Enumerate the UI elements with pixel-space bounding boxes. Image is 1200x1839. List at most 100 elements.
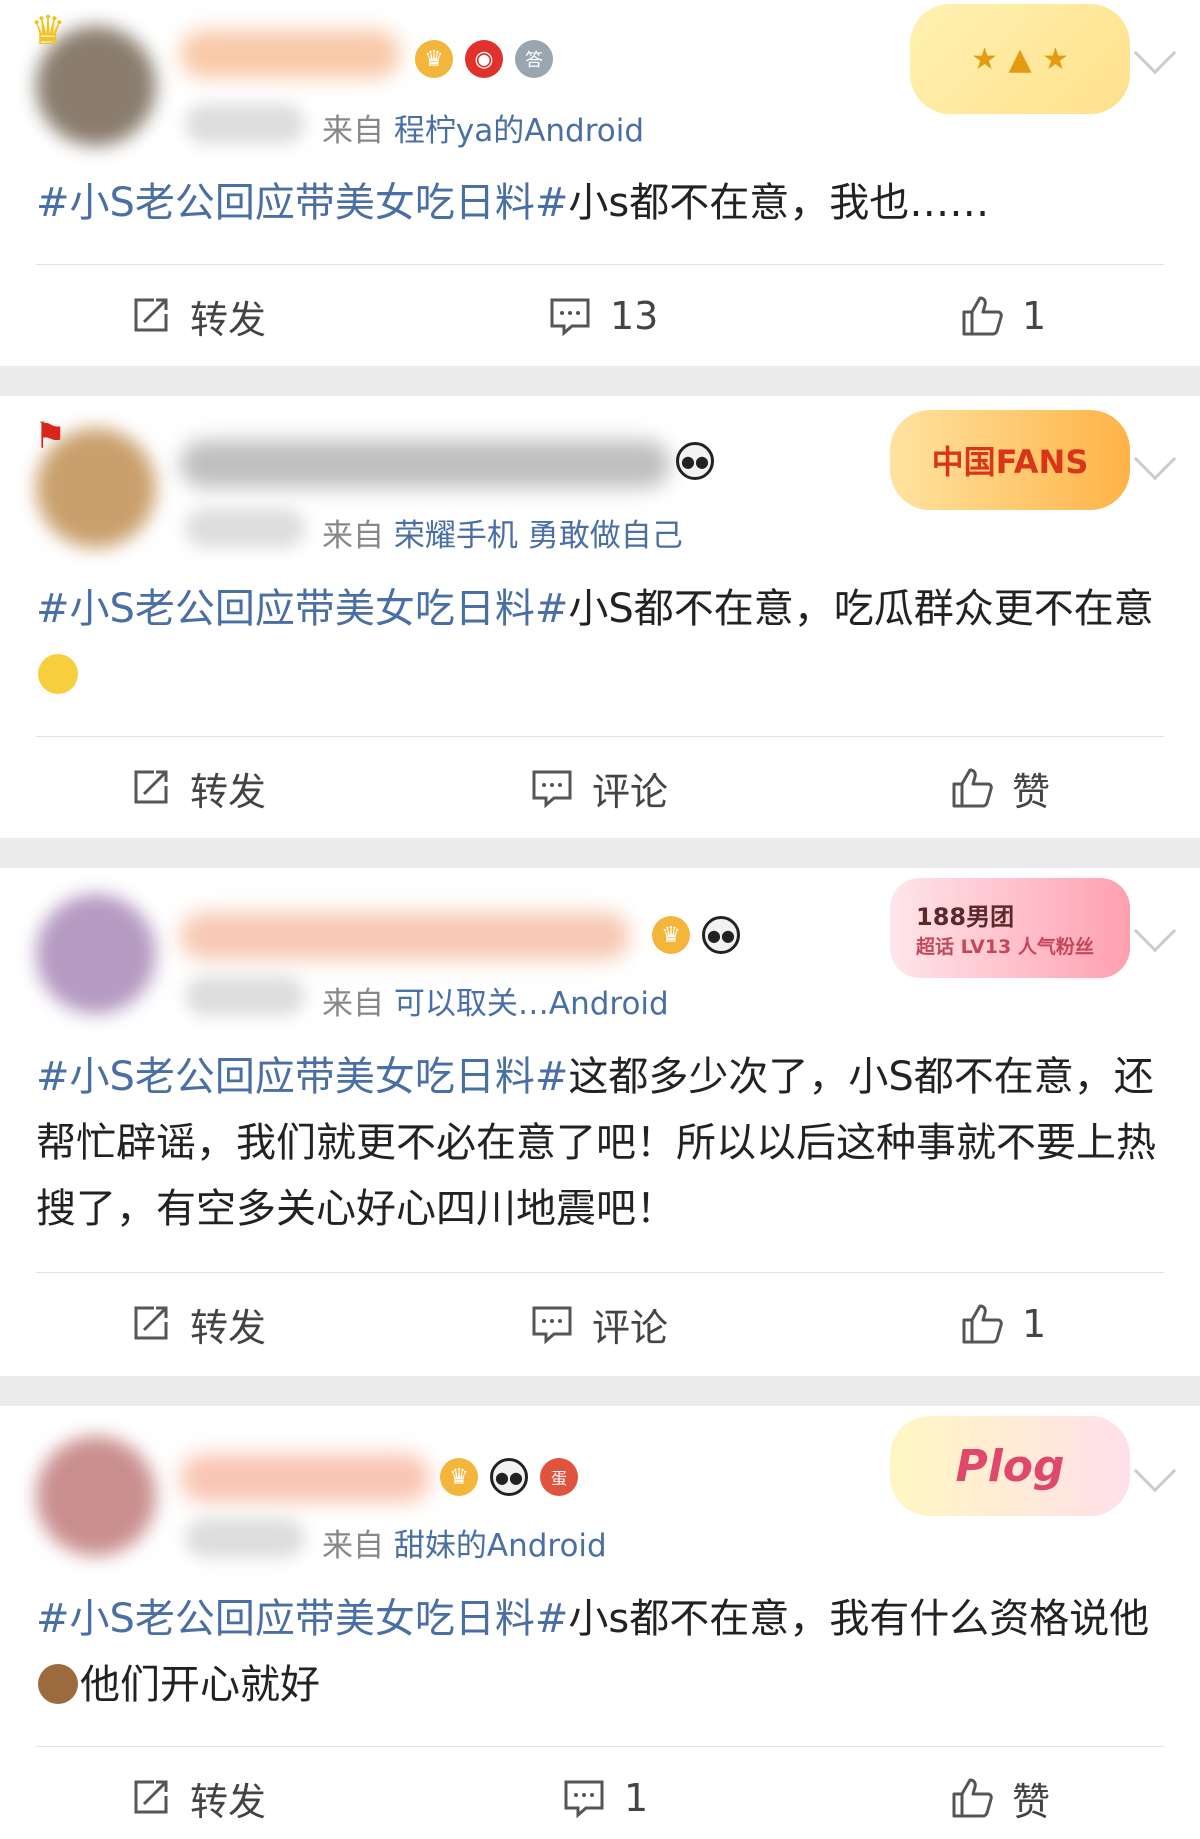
badge-row: ♛ ●● — [652, 916, 740, 954]
thumbs-up-icon — [952, 1778, 993, 1818]
flag-icon: ⚑ — [34, 416, 67, 457]
comment-button[interactable]: 1 — [562, 1758, 648, 1838]
repost-label: 转发 — [190, 1779, 267, 1824]
see-no-evil-monkey-emoji-icon — [38, 1664, 78, 1704]
username-blurred[interactable] — [180, 30, 400, 78]
panda-icon[interactable]: ●● — [490, 1458, 528, 1496]
vip-crown-icon[interactable]: ♛ — [652, 916, 690, 954]
badge-row: ♛ ●● 蛋 — [440, 1458, 578, 1496]
hashtag-link[interactable]: #小S老公回应带美女吃日料# — [36, 1054, 568, 1100]
like-count: 1 — [1022, 294, 1047, 338]
deco-sublabel: 超话 LV13 人气粉丝 — [916, 936, 1094, 958]
comment-count: 1 — [624, 1776, 649, 1820]
badge-row: ●● — [676, 442, 714, 480]
time-blurred — [185, 508, 305, 548]
post-body: 小s都不在意，我有什么资格说他 — [568, 1596, 1150, 1642]
source-device[interactable]: 甜妹的Android — [394, 1528, 607, 1564]
divider — [36, 1272, 1164, 1273]
comment-button[interactable]: 评论 — [530, 1284, 668, 1364]
vip-crown-icon[interactable]: ♛ — [415, 40, 453, 78]
like-button[interactable]: 赞 — [950, 748, 1050, 828]
source-device[interactable]: 荣耀手机 勇敢做自己 — [394, 518, 683, 554]
username-blurred[interactable] — [180, 1454, 430, 1502]
comment-button[interactable]: 评论 — [530, 748, 668, 828]
username-blurred[interactable] — [180, 912, 630, 960]
panda-icon[interactable]: ●● — [702, 916, 740, 954]
like-button[interactable]: 1 — [960, 276, 1046, 356]
share-box-icon — [134, 1780, 168, 1814]
fan-card-decoration[interactable]: ★ ▲ ★ — [910, 4, 1130, 114]
comment-count: 13 — [610, 294, 659, 338]
post-card: ♛ ●● 来自 可以取关…Android 188男团 超话 LV13 人气粉丝 … — [0, 868, 1200, 1376]
crown-icon: ♛ — [30, 8, 66, 54]
thumbs-up-icon — [962, 1304, 1003, 1344]
deco-label: Plog — [955, 1440, 1065, 1492]
hashtag-link[interactable]: #小S老公回应带美女吃日料# — [36, 180, 568, 226]
comment-button[interactable]: 13 — [548, 276, 658, 356]
source-prefix: 来自 — [322, 113, 384, 149]
share-box-icon — [134, 770, 168, 804]
repost-label: 转发 — [190, 1305, 267, 1350]
post-card: ⚑ ●● 来自 荣耀手机 勇敢做自己 中国FANS #小S老公回应带美女吃日料#… — [0, 396, 1200, 838]
repost-label: 转发 — [190, 297, 267, 342]
post-source: 来自 程柠ya的Android — [322, 105, 644, 150]
post-text: #小S老公回应带美女吃日料#这都多少次了，小S都不在意，还帮忙辟谣，我们就更不必… — [36, 1044, 1166, 1242]
share-box-icon — [134, 1306, 168, 1340]
weibo-icon[interactable]: ◉ — [465, 40, 503, 78]
avatar[interactable] — [36, 894, 156, 1014]
time-blurred — [185, 104, 305, 144]
action-bar: 转发 13 1 — [0, 276, 1200, 356]
post-body: 小s都不在意，我也…… — [568, 180, 990, 226]
post-body: 小S都不在意，吃瓜群众更不在意 — [568, 586, 1154, 632]
post-text: #小S老公回应带美女吃日料#小s都不在意，我有什么资格说他他们开心就好 — [36, 1586, 1166, 1718]
thumbs-up-icon — [962, 296, 1003, 336]
post-text: #小S老公回应带美女吃日料#小S都不在意，吃瓜群众更不在意 — [36, 576, 1166, 708]
panda-icon[interactable]: ●● — [676, 442, 714, 480]
post-card: ♛ ●● 蛋 来自 甜妹的Android Plog #小S老公回应带美女吃日料#… — [0, 1406, 1200, 1839]
fan-card-decoration[interactable]: 188男团 超话 LV13 人气粉丝 — [890, 878, 1130, 978]
like-count: 1 — [1022, 1302, 1047, 1346]
comment-label: 评论 — [592, 1305, 669, 1350]
egg-medal-icon[interactable]: 蛋 — [540, 1458, 578, 1496]
post-body-tail: 他们开心就好 — [80, 1662, 320, 1708]
answer-medal-icon[interactable]: 答 — [515, 40, 553, 78]
repost-label: 转发 — [190, 769, 267, 814]
vip-crown-icon[interactable]: ♛ — [440, 1458, 478, 1496]
time-blurred — [185, 976, 305, 1016]
source-device[interactable]: 程柠ya的Android — [394, 113, 644, 149]
action-bar: 转发 评论 赞 — [0, 748, 1200, 828]
chevron-down-icon[interactable] — [1133, 1449, 1177, 1493]
share-box-icon — [134, 298, 168, 332]
fan-card-decoration[interactable]: 中国FANS — [890, 410, 1130, 510]
comment-bubble-icon — [532, 1306, 572, 1345]
source-device[interactable]: 可以取关…Android — [394, 986, 669, 1022]
eyes-roll-emoji-icon — [38, 654, 78, 694]
chevron-down-icon[interactable] — [1133, 31, 1177, 75]
repost-button[interactable]: 转发 — [128, 1284, 266, 1364]
avatar[interactable] — [36, 1436, 156, 1556]
repost-button[interactable]: 转发 — [128, 748, 266, 828]
chevron-down-icon[interactable] — [1133, 437, 1177, 481]
like-button[interactable]: 1 — [960, 1284, 1046, 1364]
action-bar: 转发 1 赞 — [0, 1758, 1200, 1838]
deco-label: 188男团 — [916, 903, 1015, 931]
like-button[interactable]: 赞 — [950, 1758, 1050, 1838]
post-source: 来自 甜妹的Android — [322, 1520, 607, 1565]
source-prefix: 来自 — [322, 986, 384, 1022]
repost-button[interactable]: 转发 — [128, 276, 266, 356]
hashtag-link[interactable]: #小S老公回应带美女吃日料# — [36, 586, 568, 632]
post-source: 来自 荣耀手机 勇敢做自己 — [322, 510, 683, 555]
post-source: 来自 可以取关…Android — [322, 978, 669, 1023]
chevron-down-icon[interactable] — [1133, 909, 1177, 953]
hashtag-link[interactable]: #小S老公回应带美女吃日料# — [36, 1596, 568, 1642]
username-blurred[interactable] — [180, 440, 670, 488]
comment-bubble-icon — [532, 770, 572, 809]
like-label: 赞 — [1012, 1779, 1051, 1824]
divider — [36, 736, 1164, 737]
source-prefix: 来自 — [322, 1528, 384, 1564]
badge-row: ♛ ◉ 答 — [415, 40, 553, 78]
repost-button[interactable]: 转发 — [128, 1758, 266, 1838]
fan-card-decoration[interactable]: Plog — [890, 1416, 1130, 1516]
comment-bubble-icon — [564, 1780, 604, 1819]
time-blurred — [185, 1518, 305, 1558]
